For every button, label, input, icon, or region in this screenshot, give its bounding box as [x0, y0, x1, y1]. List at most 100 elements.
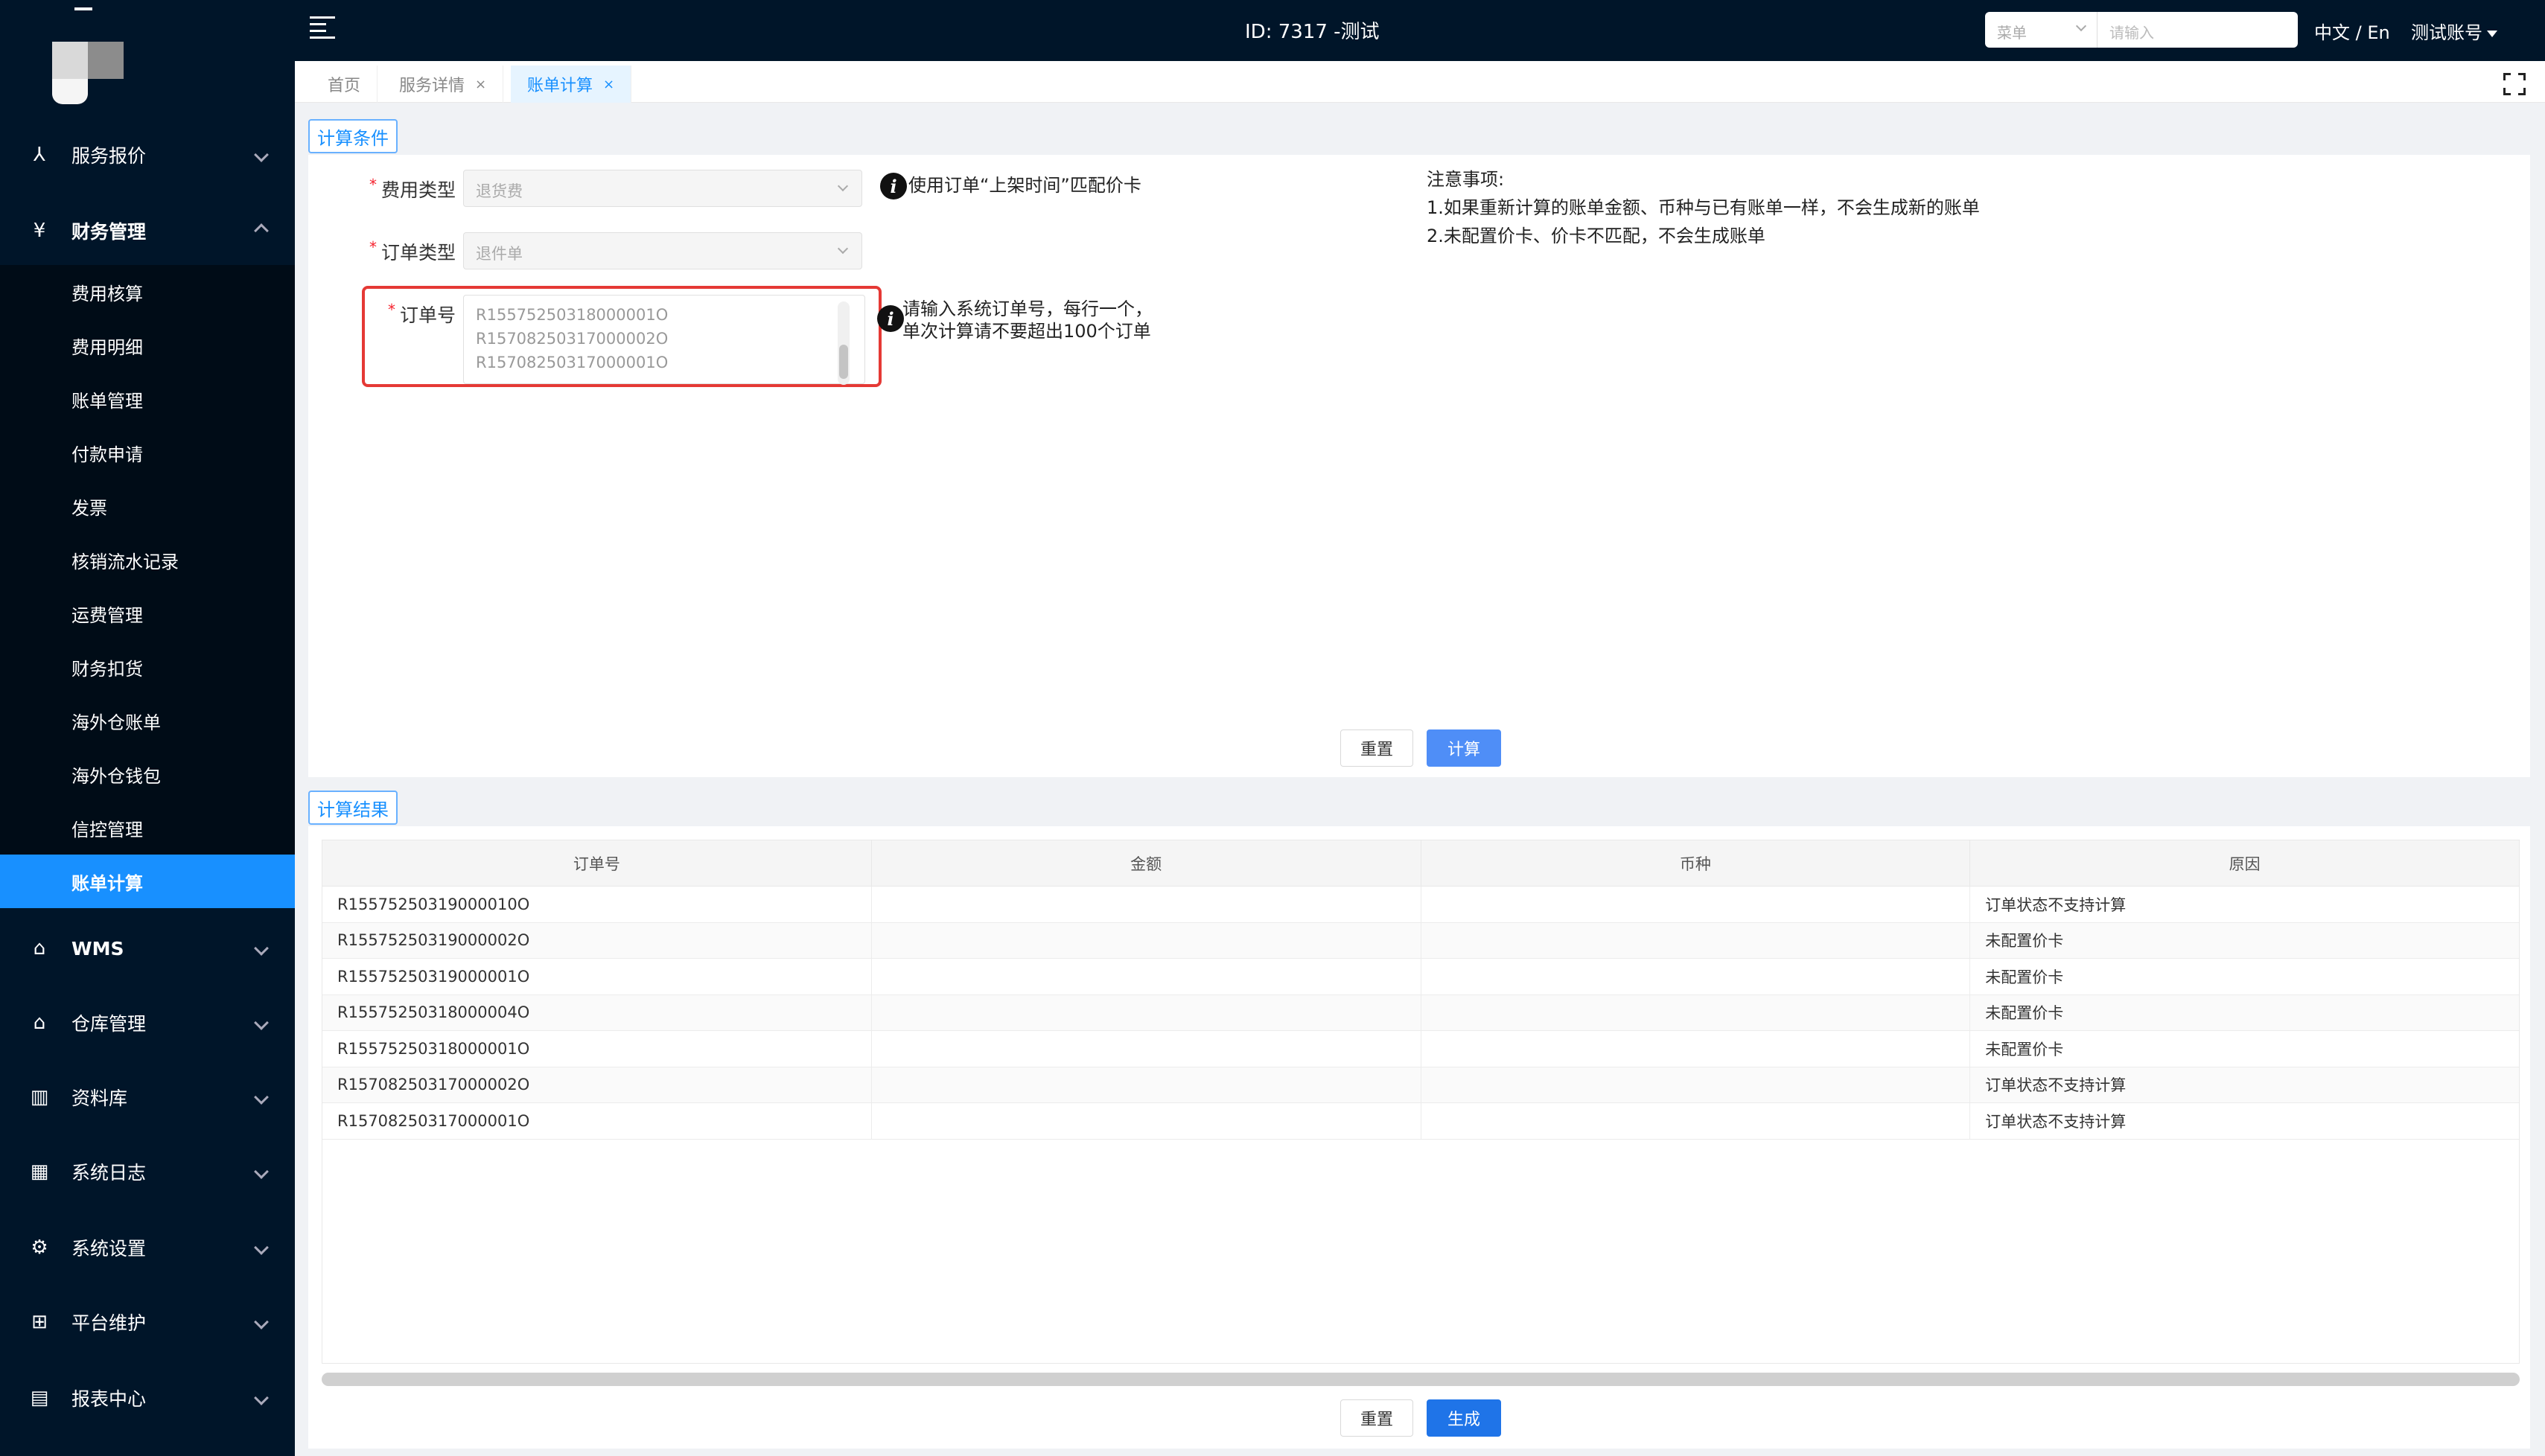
sidebar-item-invoice[interactable]: 发票	[0, 479, 295, 533]
chevron-down-icon	[254, 1390, 269, 1405]
sidebar-item-bill-management[interactable]: 账单管理	[0, 372, 295, 426]
generate-button[interactable]: 生成	[1427, 1399, 1501, 1437]
sidebar-item-overseas-bill[interactable]: 海外仓账单	[0, 694, 295, 747]
table-horizontal-scrollbar[interactable]	[322, 1373, 2520, 1386]
sidebar-group-wms[interactable]: ⌂ WMS	[0, 919, 295, 978]
section-tag-conditions: 计算条件	[308, 119, 398, 153]
reset-button[interactable]: 重置	[1340, 729, 1413, 767]
fullscreen-icon[interactable]	[2503, 73, 2526, 95]
close-icon[interactable]: ×	[603, 77, 614, 92]
cell-reason: 未配置价卡	[1985, 932, 2064, 951]
cell-amount	[872, 887, 1421, 922]
yuan-circle-icon: ¥	[33, 220, 46, 242]
sidebar-group-label: 服务报价	[71, 145, 147, 167]
search-scope-select[interactable]: 菜单	[1985, 12, 2097, 48]
sidebar-item-bill-calculation[interactable]: 账单计算	[0, 855, 295, 908]
table-header: 订单号 金额 币种 原因	[322, 840, 2519, 887]
table-row[interactable]: R15575250319000002O 未配置价卡	[322, 922, 2519, 959]
table-row[interactable]: R15708250317000001O 订单状态不支持计算	[322, 1103, 2519, 1140]
cell-order-no: R15708250317000001O	[322, 1103, 872, 1139]
top-header: ID: 7317 -测试 菜单 请输入 中文 / En 测试账号	[295, 0, 2545, 61]
warehouse-home-icon: ⌂	[33, 937, 46, 960]
sidebar-group-finance[interactable]: ¥ 财务管理	[0, 201, 295, 261]
sidebar-item-overseas-wallet[interactable]: 海外仓钱包	[0, 747, 295, 801]
sidebar-group-service-quote[interactable]: ⅄ 服务报价	[0, 125, 295, 185]
sidebar-item-finance-hold[interactable]: 财务扣货	[0, 640, 295, 694]
chevron-down-icon	[254, 147, 269, 162]
sidebar-item-fee-accounting[interactable]: 费用核算	[0, 265, 295, 319]
chevron-up-icon	[254, 223, 269, 238]
table-row[interactable]: R15575250318000004O 未配置价卡	[322, 994, 2519, 1031]
chevron-down-icon	[254, 941, 269, 956]
share-nodes-icon: ⅄	[34, 144, 45, 166]
menu-fold-icon[interactable]	[310, 16, 335, 39]
order-no-label: * 订单号	[387, 301, 456, 326]
chevron-down-icon	[254, 1090, 269, 1105]
cell-amount	[872, 959, 1421, 994]
tab-home[interactable]: 首页	[311, 66, 378, 103]
column-order-no[interactable]: 订单号	[322, 840, 872, 886]
sidebar-item-fee-details[interactable]: 费用明细	[0, 319, 295, 372]
table-empty-area	[322, 1140, 2519, 1363]
sidebar-item-credit-control[interactable]: 信控管理	[0, 801, 295, 855]
cell-order-no: R15575250318000001O	[322, 1031, 872, 1067]
settings-gear-icon: ⚙	[31, 1236, 48, 1259]
sidebar-item-freight-management[interactable]: 运费管理	[0, 587, 295, 640]
cell-currency	[1421, 994, 1971, 1030]
table-row[interactable]: R15708250317000002O 订单状态不支持计算	[322, 1067, 2519, 1103]
column-reason[interactable]: 原因	[1970, 840, 2519, 886]
cell-reason: 未配置价卡	[1985, 1040, 2064, 1059]
tab-service-details[interactable]: 服务详情 ×	[383, 66, 504, 103]
column-currency[interactable]: 币种	[1421, 840, 1971, 886]
database-grid-icon: ▥	[30, 1086, 49, 1108]
textarea-scrollbar[interactable]	[838, 301, 850, 385]
close-icon[interactable]: ×	[475, 77, 486, 92]
account-menu[interactable]: 测试账号	[2411, 18, 2497, 44]
sidebar-group-system-log[interactable]: ▦ 系统日志	[0, 1142, 295, 1201]
info-icon: i	[880, 173, 907, 199]
order-type-select[interactable]: 退件单	[463, 232, 862, 269]
calculate-button[interactable]: 计算	[1427, 729, 1501, 767]
sidebar-group-report-center[interactable]: ▤ 报表中心	[0, 1368, 295, 1428]
tabs-bar: 首页 服务详情 × 账单计算 ×	[295, 61, 2545, 103]
building-icon: ⌂	[33, 1012, 46, 1034]
sidebar-item-writeoff-records[interactable]: 核销流水记录	[0, 533, 295, 587]
sidebar-group-platform-maintenance[interactable]: ⊞ 平台维护	[0, 1292, 295, 1352]
cell-currency	[1421, 887, 1971, 922]
notes-title: 注意事项:	[1427, 169, 1505, 190]
app-logo	[52, 7, 127, 104]
reset-results-button[interactable]: 重置	[1340, 1399, 1413, 1437]
sidebar-group-label: 财务管理	[71, 221, 147, 243]
caret-down-icon	[2487, 30, 2497, 37]
cell-amount	[872, 1031, 1421, 1067]
sidebar-group-data-library[interactable]: ▥ 资料库	[0, 1067, 295, 1127]
search-input[interactable]: 请输入	[2097, 12, 2298, 48]
sidebar-group-label: 报表中心	[71, 1388, 147, 1410]
note-item: 2.未配置价卡、价卡不匹配，不会生成账单	[1427, 226, 1765, 246]
notes-block: 注意事项: 1.如果重新计算的账单金额、币种与已有账单一样，不会生成新的账单 2…	[1427, 165, 1980, 250]
cell-order-no: R15575250319000002O	[322, 922, 872, 958]
order-number-line: R15575250318000001O	[476, 306, 669, 324]
order-numbers-textarea[interactable]: R15575250318000001O R15708250317000002O …	[463, 295, 865, 385]
sidebar-group-system-settings[interactable]: ⚙ 系统设置	[0, 1218, 295, 1277]
cell-amount	[872, 922, 1421, 958]
table-row[interactable]: R15575250319000001O 未配置价卡	[322, 959, 2519, 995]
fee-type-label: * 费用类型	[369, 176, 456, 201]
column-amount[interactable]: 金额	[872, 840, 1421, 886]
fee-type-select[interactable]: 退货费	[463, 170, 862, 207]
order-number-line: R15708250317000002O	[476, 330, 669, 348]
sidebar-item-payment-request[interactable]: 付款申请	[0, 426, 295, 479]
tab-bill-calculation[interactable]: 账单计算 ×	[511, 66, 632, 103]
cell-order-no: R15575250319000010O	[322, 887, 872, 922]
chevron-down-icon	[837, 243, 849, 255]
sidebar-group-warehouse[interactable]: ⌂ 仓库管理	[0, 993, 295, 1053]
table-row[interactable]: R15575250318000001O 未配置价卡	[322, 1031, 2519, 1067]
cell-order-no: R15708250317000002O	[322, 1067, 872, 1102]
cell-currency	[1421, 959, 1971, 994]
cell-amount	[872, 1103, 1421, 1139]
table-row[interactable]: R15575250319000010O 订单状态不支持计算	[322, 887, 2519, 923]
language-switch[interactable]: 中文 / En	[2314, 18, 2390, 44]
results-table: 订单号 金额 币种 原因 R15575250319000010O 订单状态不支持…	[322, 840, 2520, 1364]
chevron-down-icon	[254, 1015, 269, 1030]
sidebar-group-label: 系统日志	[71, 1162, 147, 1184]
